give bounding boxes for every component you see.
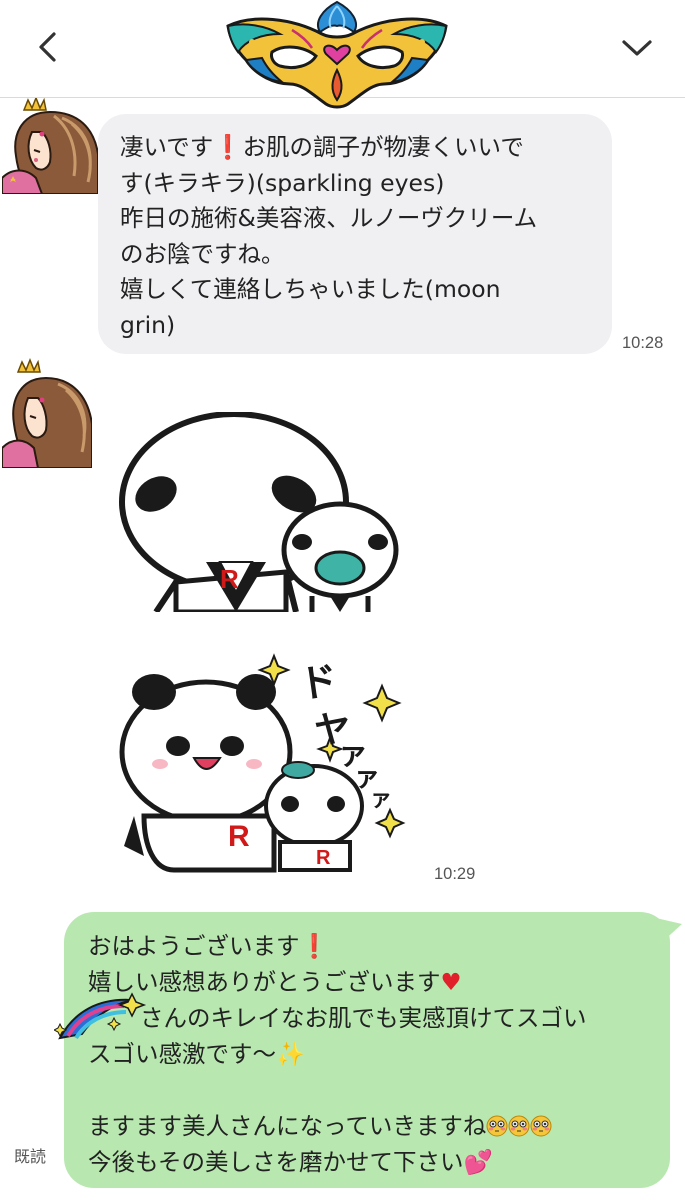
message-line: さんのキレイなお肌でも実感頂けてスゴい bbox=[140, 1004, 587, 1032]
message-line: スゴい感激です〜✨ bbox=[88, 1040, 306, 1068]
sticker-text-char: ァ bbox=[370, 787, 392, 812]
message-line: grin) bbox=[120, 310, 176, 339]
message-line: 嬉しくて連絡しちゃいました(moon bbox=[120, 275, 501, 303]
message-timestamp: 10:29 bbox=[434, 865, 476, 883]
flushed-face-icon bbox=[530, 1115, 552, 1137]
message-line: おはようございます❗ bbox=[88, 932, 329, 960]
message-line: 今後もその美しさを磨かせて下さい💕 bbox=[88, 1148, 493, 1176]
message-line: す(キラキラ)(sparkling eyes) bbox=[120, 168, 445, 197]
contact-avatar[interactable] bbox=[2, 98, 98, 194]
contact-avatar[interactable] bbox=[2, 356, 92, 468]
panda-suit-sticker[interactable]: R bbox=[116, 412, 416, 612]
outgoing-message-bubble[interactable]: おはようございます❗ 嬉しい感想ありがとうございます♥ さんのキレイなお肌でも実… bbox=[64, 912, 670, 1188]
sparkles-icon: ✨ bbox=[276, 1040, 306, 1068]
message-line: 嬉しい感想ありがとうございます♥ bbox=[88, 968, 462, 996]
flushed-face-icon bbox=[486, 1115, 508, 1137]
chevron-down-icon[interactable] bbox=[618, 30, 656, 64]
rakuten-r-mark: R bbox=[316, 847, 331, 869]
message-line: 昨日の施術&美容液、ルノーヴクリーム bbox=[120, 204, 538, 232]
exclamation-emoji-icon: ❗ bbox=[213, 133, 243, 161]
incoming-message-bubble[interactable]: 凄いです❗お肌の調子が物凄くいいで す(キラキラ)(sparkling eyes… bbox=[98, 114, 612, 354]
message-line: のお陰ですね。 bbox=[120, 239, 285, 268]
doya-panda-sticker[interactable]: ド ヤ ァ ァ ァ R R bbox=[114, 646, 414, 876]
message-line: 凄いです❗お肌の調子が物凄くいいで bbox=[120, 133, 524, 161]
sticker-text-char: ド bbox=[297, 658, 341, 707]
rakuten-r-mark: R bbox=[228, 820, 250, 853]
message-line: ますます美人さんになっていきますね bbox=[88, 1108, 658, 1144]
bubble-tail bbox=[656, 918, 682, 944]
message-line bbox=[88, 1072, 658, 1108]
masquerade-mask-icon bbox=[226, 0, 448, 109]
red-heart-icon: ♥ bbox=[440, 968, 462, 996]
message-timestamp: 10:28 bbox=[622, 334, 664, 352]
flushed-face-icon bbox=[508, 1115, 530, 1137]
shooting-star-icon bbox=[54, 992, 147, 1040]
exclamation-emoji-icon: ❗ bbox=[299, 932, 329, 960]
back-chevron-icon[interactable] bbox=[30, 28, 64, 66]
rakuten-r-mark: R bbox=[220, 564, 239, 594]
two-hearts-icon: 💕 bbox=[463, 1148, 493, 1176]
read-receipt: 既読 bbox=[14, 1147, 47, 1166]
